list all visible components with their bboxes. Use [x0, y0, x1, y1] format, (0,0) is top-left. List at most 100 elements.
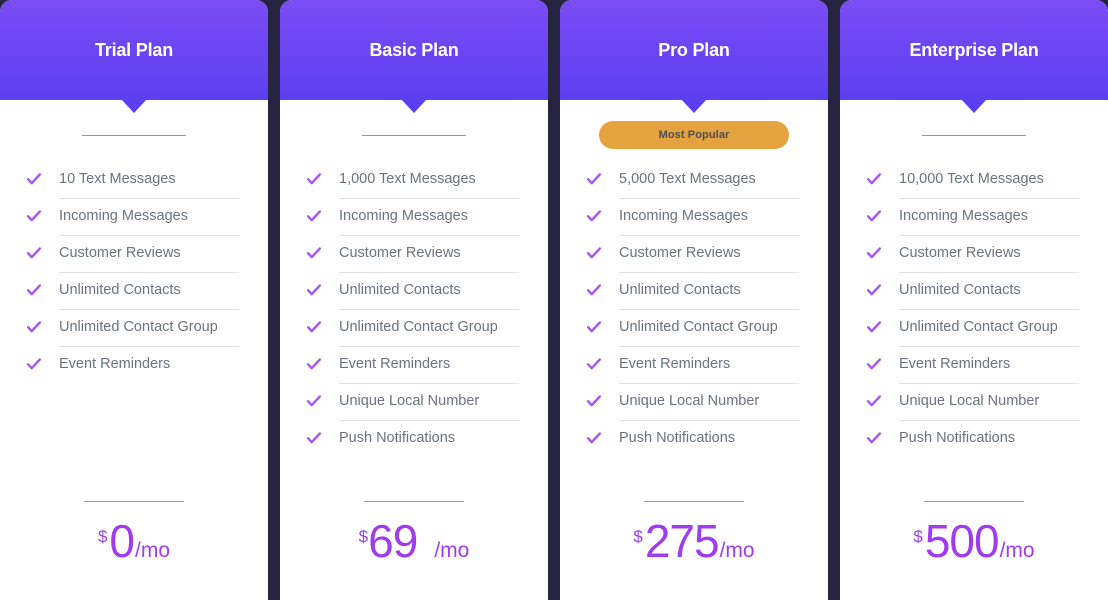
check-icon: [306, 393, 322, 409]
check-icon: [866, 430, 882, 446]
feature-label: Incoming Messages: [899, 208, 1028, 224]
feature-text-wrapper: Unlimited Contacts: [59, 281, 268, 318]
check-icon: [306, 282, 322, 298]
feature-label: Unlimited Contacts: [339, 282, 461, 298]
plan-header: Trial Plan: [0, 0, 268, 113]
feature-item: 10,000 Text Messages: [866, 170, 1108, 207]
feature-label: Unlimited Contact Group: [899, 319, 1058, 335]
feature-divider: [899, 272, 1079, 273]
feature-divider: [339, 235, 519, 236]
feature-divider: [339, 420, 519, 421]
check-icon: [306, 319, 322, 335]
feature-divider: [339, 272, 519, 273]
feature-text-wrapper: Push Notifications: [339, 429, 548, 466]
feature-text-wrapper: Incoming Messages: [619, 207, 828, 244]
feature-item: Incoming Messages: [586, 207, 828, 244]
price-period: /mo: [135, 539, 171, 562]
plan-card[interactable]: Basic Plan 1,000 Text Messages Incoming Me…: [280, 0, 548, 600]
feature-text-wrapper: Unlimited Contacts: [619, 281, 828, 318]
feature-text-wrapper: 10,000 Text Messages: [899, 170, 1108, 207]
feature-text-wrapper: 1,000 Text Messages: [339, 170, 548, 207]
feature-text-wrapper: 5,000 Text Messages: [619, 170, 828, 207]
feature-text-wrapper: Unlimited Contact Group: [899, 318, 1108, 355]
check-icon: [306, 245, 322, 261]
feature-item: Customer Reviews: [586, 244, 828, 281]
plan-title: Basic Plan: [369, 39, 459, 60]
price-divider: [924, 501, 1024, 502]
feature-label: Event Reminders: [619, 356, 731, 372]
feature-item: Unlimited Contacts: [586, 281, 828, 318]
feature-text-wrapper: Unlimited Contacts: [339, 281, 548, 318]
feature-text-wrapper: Event Reminders: [339, 355, 548, 392]
feature-label: Unlimited Contacts: [59, 282, 181, 298]
feature-text-wrapper: Incoming Messages: [899, 207, 1108, 244]
feature-divider: [899, 309, 1079, 310]
most-popular-badge: Most Popular: [599, 121, 789, 149]
feature-label: Unlimited Contacts: [619, 282, 741, 298]
feature-label: Unique Local Number: [899, 393, 1040, 409]
check-icon: [586, 356, 602, 372]
feature-label: Customer Reviews: [339, 245, 461, 261]
feature-label: Incoming Messages: [339, 208, 468, 224]
check-icon: [586, 282, 602, 298]
feature-divider: [619, 235, 799, 236]
feature-item: Unlimited Contact Group: [866, 318, 1108, 355]
feature-label: Push Notifications: [899, 430, 1016, 446]
check-icon: [306, 430, 322, 446]
feature-divider: [899, 346, 1079, 347]
feature-divider: [339, 309, 519, 310]
feature-divider: [619, 198, 799, 199]
feature-text-wrapper: Unlimited Contact Group: [339, 318, 548, 355]
feature-list: 10 Text Messages Incoming Messages Custome…: [0, 170, 268, 501]
feature-item: Unique Local Number: [586, 392, 828, 429]
feature-text-wrapper: Customer Reviews: [899, 244, 1108, 281]
plan-card[interactable]: Trial Plan 10 Text Messages Incoming Messa…: [0, 0, 268, 600]
feature-item: Customer Reviews: [26, 244, 268, 281]
feature-text-wrapper: Push Notifications: [899, 429, 1108, 466]
feature-divider: [619, 383, 799, 384]
check-icon: [586, 171, 602, 187]
feature-item: Push Notifications: [586, 429, 828, 466]
check-icon: [866, 393, 882, 409]
feature-label: Event Reminders: [899, 356, 1011, 372]
check-icon: [26, 319, 42, 335]
feature-item: Customer Reviews: [306, 244, 548, 281]
price-divider: [84, 501, 184, 502]
feature-text-wrapper: Event Reminders: [619, 355, 828, 392]
price-section: $69/mo: [280, 501, 548, 600]
feature-divider: [339, 383, 519, 384]
feature-divider: [619, 420, 799, 421]
feature-divider: [899, 235, 1079, 236]
feature-text-wrapper: Customer Reviews: [59, 244, 268, 281]
feature-text-wrapper: Event Reminders: [59, 355, 268, 392]
feature-label: Push Notifications: [619, 430, 736, 446]
price-currency: $: [913, 527, 923, 546]
feature-divider: [619, 346, 799, 347]
price: $69/mo: [359, 518, 470, 564]
price-section: $0/mo: [0, 501, 268, 600]
check-icon: [306, 356, 322, 372]
price-period: /mo: [719, 539, 755, 562]
feature-text-wrapper: Incoming Messages: [339, 207, 548, 244]
plan-header: Enterprise Plan: [840, 0, 1108, 113]
plan-title: Trial Plan: [94, 39, 174, 60]
plan-card[interactable]: Pro Plan Most Popular 5,000 Text Messages I…: [560, 0, 828, 600]
feature-text-wrapper: Customer Reviews: [339, 244, 548, 281]
header-arrow-icon: [961, 99, 987, 113]
feature-item: Incoming Messages: [26, 207, 268, 244]
feature-item: 1,000 Text Messages: [306, 170, 548, 207]
feature-item: Unlimited Contact Group: [586, 318, 828, 355]
price-amount: 275: [644, 515, 720, 567]
feature-item: Unlimited Contact Group: [26, 318, 268, 355]
feature-label: Unique Local Number: [619, 393, 760, 409]
feature-list: 1,000 Text Messages Incoming Messages Cust…: [280, 170, 548, 501]
plan-card[interactable]: Enterprise Plan 10,000 Text Messages Incom…: [840, 0, 1108, 600]
price-period: /mo: [434, 539, 470, 562]
feature-divider: [59, 235, 239, 236]
check-icon: [586, 319, 602, 335]
feature-text-wrapper: Unique Local Number: [339, 392, 548, 429]
feature-divider: [899, 383, 1079, 384]
feature-item: Event Reminders: [586, 355, 828, 392]
feature-divider: [59, 309, 239, 310]
feature-label: Customer Reviews: [899, 245, 1021, 261]
